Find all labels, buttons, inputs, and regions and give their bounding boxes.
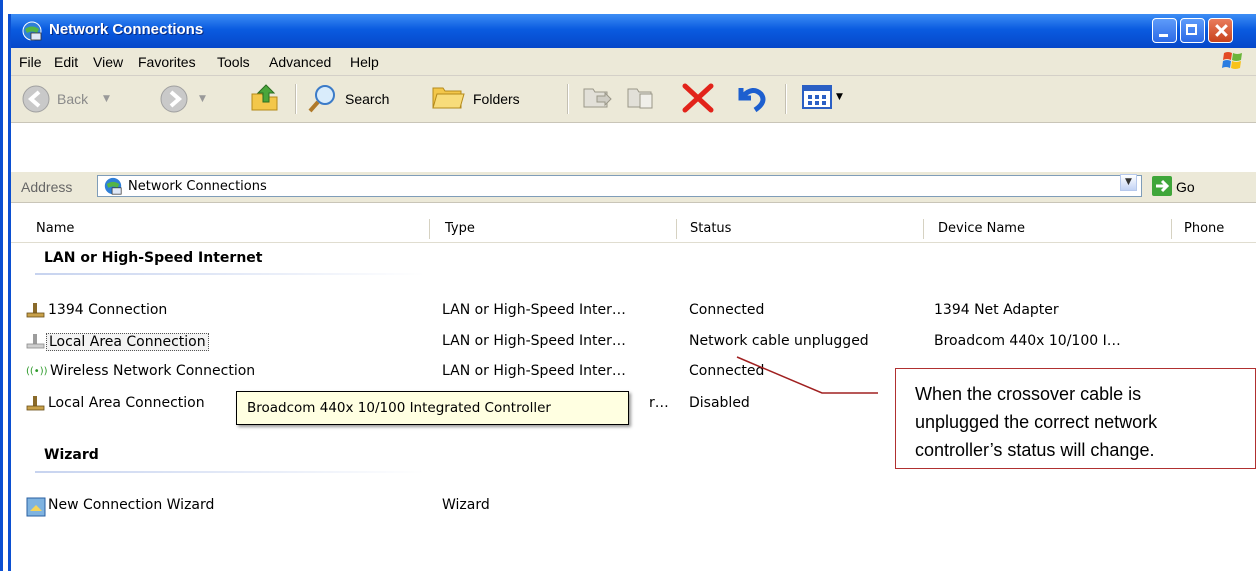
callout-pointer xyxy=(736,356,878,394)
callout-line-3: controller’s status will change. xyxy=(915,440,1155,460)
callout-line-1: When the crossover cable is xyxy=(915,384,1142,404)
callout-line-2: unplugged the correct network xyxy=(915,412,1158,432)
annotation-callout: When the crossover cable is unplugged th… xyxy=(895,368,1256,469)
